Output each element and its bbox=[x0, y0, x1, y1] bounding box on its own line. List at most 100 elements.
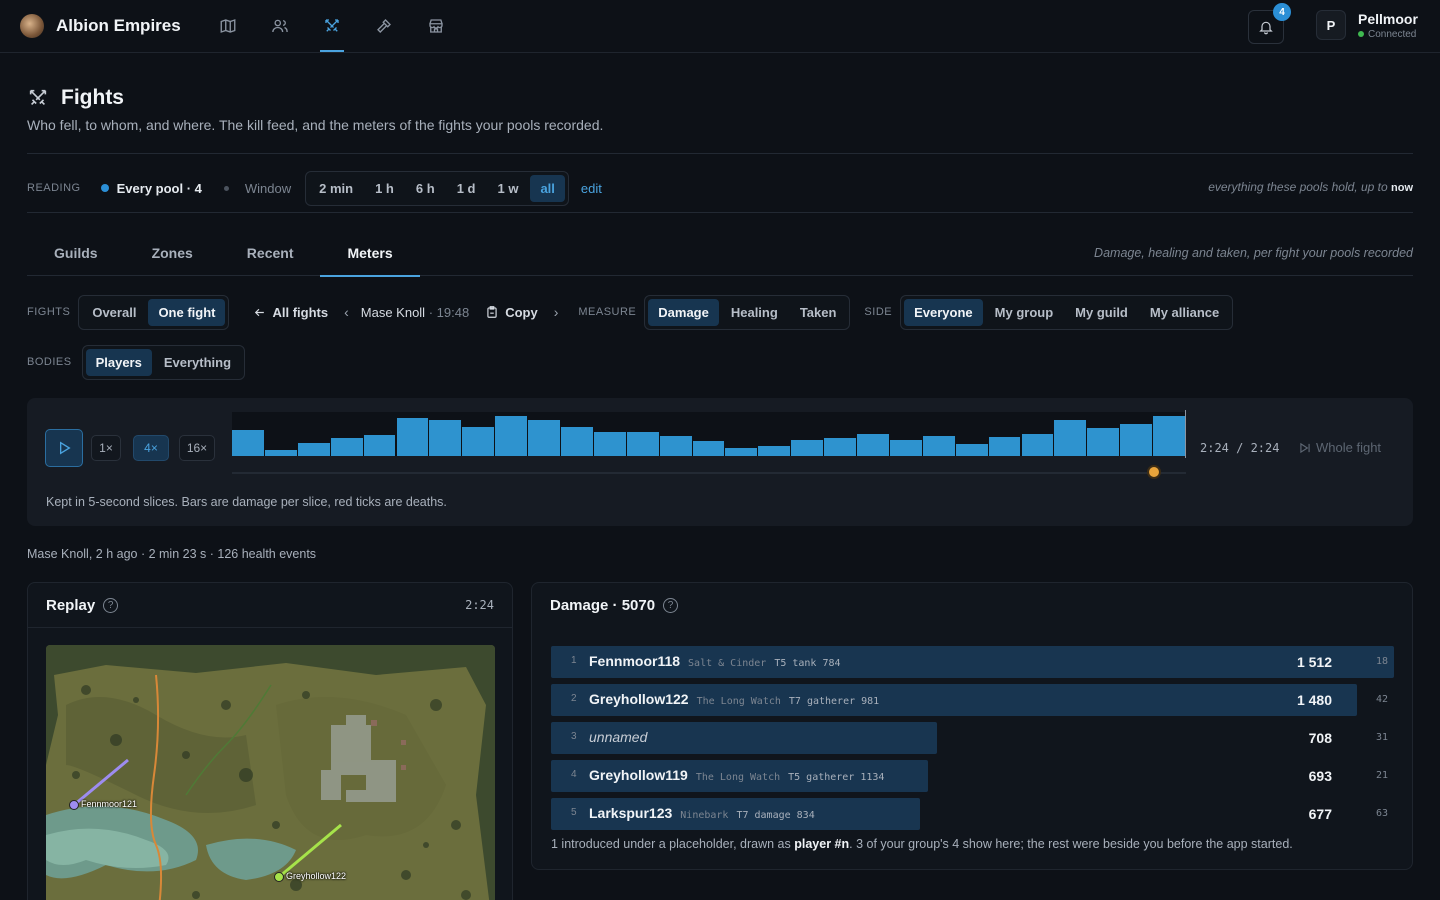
fights-selector: Overall One fight bbox=[78, 294, 230, 330]
side-selector: Everyone My group My guild My alliance bbox=[900, 294, 1234, 330]
fight-timeline: 1× 4× 16× 2:24 / 2:24 Whole fight Kept i… bbox=[27, 398, 1413, 526]
damage-row[interactable]: 4 Greyhollow119 The Long Watch T5 gatherer … bbox=[551, 760, 1394, 792]
damage-slice-bar bbox=[495, 416, 528, 456]
measure-option-taken[interactable]: Taken bbox=[790, 299, 847, 326]
speed-16x-button[interactable]: 16× bbox=[179, 435, 215, 461]
damage-row[interactable]: 5 Larkspur123 Ninebark T7 damage 834 677 63 bbox=[551, 798, 1394, 830]
edit-link[interactable]: edit bbox=[581, 181, 602, 196]
previous-fight-button[interactable]: ‹ bbox=[338, 304, 355, 320]
damage-slice-bar bbox=[922, 436, 955, 456]
window-option[interactable]: 1 w bbox=[487, 175, 528, 202]
side-option-my-guild[interactable]: My guild bbox=[1065, 299, 1138, 326]
connection-status: Connected bbox=[1358, 29, 1418, 40]
damage-rank: 2 bbox=[571, 693, 577, 704]
tab-recent[interactable]: Recent bbox=[220, 232, 321, 276]
bodies-option-players[interactable]: Players bbox=[85, 348, 152, 376]
store-icon[interactable] bbox=[424, 14, 448, 38]
hit-count: 63 bbox=[1375, 808, 1388, 819]
damage-slice-bar bbox=[429, 420, 462, 456]
window-selector: 2 min 1 h 6 h 1 d 1 w all bbox=[305, 170, 569, 206]
hammer-icon[interactable] bbox=[372, 14, 396, 38]
divider bbox=[27, 153, 1413, 154]
copy-button[interactable]: Copy bbox=[475, 305, 548, 320]
player-name: Larkspur123 Ninebark T7 damage 834 bbox=[589, 805, 815, 821]
damage-slice-bar bbox=[692, 441, 725, 456]
window-option[interactable]: 2 min bbox=[309, 175, 363, 202]
next-fight-button[interactable]: › bbox=[548, 304, 565, 320]
window-option[interactable]: 1 d bbox=[447, 175, 486, 202]
notification-count-badge: 4 bbox=[1273, 3, 1291, 21]
hit-count: 21 bbox=[1375, 770, 1388, 781]
brand[interactable]: Albion Empires bbox=[20, 14, 181, 38]
measure-label: MEASURE bbox=[578, 306, 637, 318]
pool-selector[interactable]: Every pool · 4 bbox=[100, 181, 202, 196]
skip-end-icon bbox=[1300, 442, 1310, 453]
player-name: unnamed bbox=[589, 729, 648, 745]
window-option[interactable]: 1 h bbox=[365, 175, 404, 202]
damage-rank: 4 bbox=[571, 769, 577, 780]
player-details: T5 gatherer 1134 bbox=[788, 772, 885, 783]
fights-option-one-fight[interactable]: One fight bbox=[148, 298, 226, 326]
damage-row[interactable]: 1 Fennmoor118 Salt & Cinder T5 tank 784 1 51… bbox=[551, 646, 1394, 678]
help-icon[interactable]: ? bbox=[663, 598, 679, 613]
arrow-left-icon bbox=[255, 308, 265, 316]
hit-count: 42 bbox=[1375, 694, 1388, 705]
hit-count: 31 bbox=[1375, 732, 1388, 743]
play-button[interactable] bbox=[45, 429, 83, 467]
tab-meters[interactable]: Meters bbox=[320, 232, 420, 277]
window-option-selected[interactable]: all bbox=[530, 174, 565, 202]
tab-guilds[interactable]: Guilds bbox=[27, 232, 125, 276]
fights-option-overall[interactable]: Overall bbox=[82, 299, 146, 326]
player-details: T5 tank 784 bbox=[774, 658, 841, 669]
page-subtitle: Who fell, to whom, and where. The kill f… bbox=[27, 117, 604, 133]
damage-slice-bar bbox=[857, 434, 889, 456]
damage-slice-bar bbox=[462, 427, 495, 456]
side-option-my-group[interactable]: My group bbox=[985, 299, 1064, 326]
separator-dot bbox=[223, 185, 229, 191]
whole-fight-button[interactable]: Whole fight bbox=[1298, 440, 1381, 455]
bell-icon bbox=[1259, 21, 1273, 35]
bodies-option-everything[interactable]: Everything bbox=[154, 349, 241, 376]
damage-slice-bar bbox=[232, 430, 264, 456]
damage-slice-bar bbox=[330, 438, 363, 456]
speed-4x-button[interactable]: 4× bbox=[133, 435, 169, 461]
swords-icon bbox=[29, 89, 47, 106]
measure-option-damage[interactable]: Damage bbox=[648, 298, 719, 326]
app-name: Albion Empires bbox=[56, 16, 181, 35]
side-option-my-alliance[interactable]: My alliance bbox=[1140, 299, 1229, 326]
tab-zones[interactable]: Zones bbox=[125, 232, 220, 276]
damage-slice-bar bbox=[297, 443, 330, 456]
window-option[interactable]: 6 h bbox=[406, 175, 445, 202]
scrub-track[interactable] bbox=[232, 472, 1186, 474]
damage-value: 1 512 bbox=[1296, 654, 1332, 670]
measure-option-healing[interactable]: Healing bbox=[721, 299, 788, 326]
users-icon[interactable] bbox=[268, 14, 292, 38]
damage-slice-bar bbox=[1021, 434, 1054, 456]
damage-row[interactable]: 2 Greyhollow122 The Long Watch T7 gatherer … bbox=[551, 684, 1394, 716]
damage-slice-bar bbox=[528, 420, 560, 456]
damage-value: 677 bbox=[1308, 806, 1332, 822]
user-menu[interactable]: P Pellmoor Connected bbox=[1316, 10, 1418, 40]
speed-1x-button[interactable]: 1× bbox=[91, 435, 121, 461]
damage-slices-chart[interactable] bbox=[232, 412, 1186, 456]
side-option-everyone[interactable]: Everyone bbox=[904, 298, 983, 326]
player-guild: The Long Watch bbox=[695, 772, 781, 783]
damage-slice-bar bbox=[264, 450, 297, 456]
timeline-note: Kept in 5-second slices. Bars are damage… bbox=[46, 495, 447, 509]
damage-row[interactable]: 3 unnamed 708 31 bbox=[551, 722, 1394, 754]
divider bbox=[27, 212, 1413, 213]
notifications-button[interactable]: 4 bbox=[1248, 3, 1291, 44]
help-icon[interactable]: ? bbox=[103, 597, 119, 613]
player-name: Greyhollow122 The Long Watch T7 gatherer 9… bbox=[589, 691, 880, 707]
swords-icon[interactable] bbox=[320, 14, 344, 52]
meter-controls: FIGHTS Overall One fight All fights ‹ Ma… bbox=[27, 294, 1234, 330]
scrub-handle[interactable] bbox=[1147, 465, 1161, 479]
damage-slice-bar bbox=[1087, 428, 1120, 456]
damage-slice-bar bbox=[824, 438, 856, 456]
player-details: T7 gatherer 981 bbox=[788, 696, 880, 707]
all-fights-button[interactable]: All fights bbox=[243, 305, 338, 320]
replay-map[interactable]: Fennmoor121 Greyhollow122 bbox=[46, 645, 495, 900]
reading-label: READING bbox=[27, 182, 81, 194]
damage-slice-bar bbox=[561, 427, 593, 456]
map-icon[interactable] bbox=[216, 14, 240, 38]
